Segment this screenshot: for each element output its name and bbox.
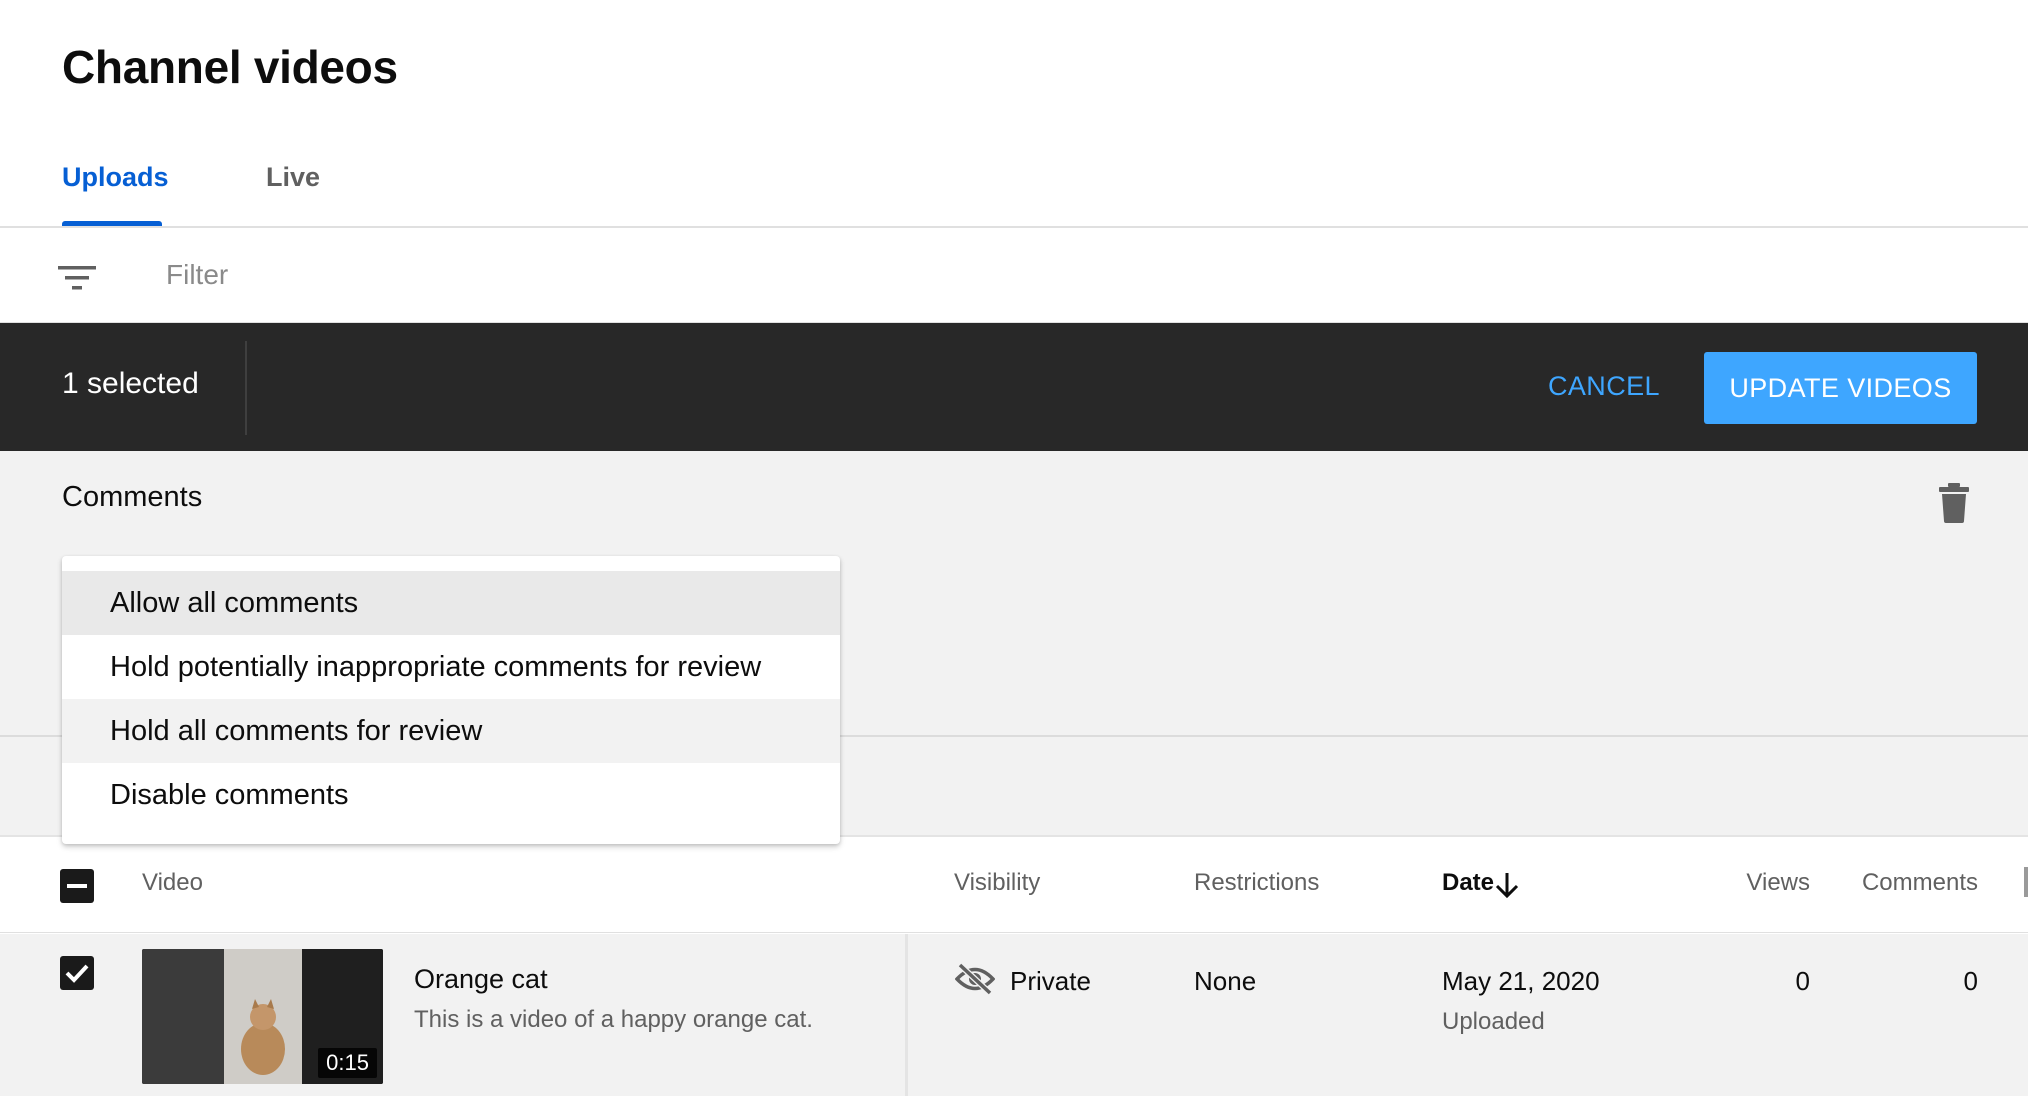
column-header-visibility: Visibility bbox=[954, 869, 1041, 896]
select-all-checkbox[interactable] bbox=[60, 869, 94, 903]
video-title[interactable]: Orange cat bbox=[414, 964, 548, 995]
table-row: 0:15 Orange cat This is a video of a hap… bbox=[0, 934, 2028, 1096]
comments-field-label: Comments bbox=[62, 481, 203, 513]
views-count: 0 bbox=[1795, 966, 1810, 996]
option-hold-inappropriate-comments[interactable]: Hold potentially inappropriate comments … bbox=[62, 635, 840, 699]
video-thumbnail[interactable]: 0:15 bbox=[142, 949, 383, 1084]
comments-count: 0 bbox=[1963, 966, 1978, 996]
visibility-value[interactable]: Private bbox=[1010, 966, 1091, 997]
filter-input[interactable] bbox=[166, 252, 766, 298]
selected-count: 1 selected bbox=[62, 367, 199, 400]
tab-uploads[interactable]: Uploads bbox=[62, 162, 169, 193]
arrow-down-icon[interactable] bbox=[1494, 871, 1520, 899]
table-header: Video Visibility Restrictions Date Views… bbox=[0, 837, 2028, 933]
selection-divider bbox=[245, 341, 247, 435]
tab-bar: Uploads Live bbox=[0, 140, 2028, 228]
active-tab-indicator bbox=[62, 221, 162, 226]
update-videos-button[interactable]: UPDATE VIDEOS bbox=[1704, 352, 1977, 424]
comments-dropdown-menu: Allow all comments Hold potentially inap… bbox=[62, 556, 840, 844]
restrictions-value: None bbox=[1194, 966, 1257, 996]
video-description: This is a video of a happy orange cat. bbox=[414, 1006, 813, 1033]
indeterminate-dash-icon bbox=[67, 884, 87, 888]
selection-bar: 1 selected CANCEL UPDATE VIDEOS bbox=[0, 323, 2028, 451]
eye-off-icon bbox=[954, 962, 996, 996]
tab-live[interactable]: Live bbox=[266, 162, 320, 193]
option-disable-comments[interactable]: Disable comments bbox=[62, 763, 840, 827]
trash-icon[interactable] bbox=[1938, 483, 1970, 523]
filter-bar bbox=[0, 228, 2028, 323]
option-hold-all-comments[interactable]: Hold all comments for review bbox=[62, 699, 840, 763]
row-checkbox[interactable] bbox=[60, 956, 94, 990]
column-header-restrictions: Restrictions bbox=[1194, 869, 1320, 896]
row-column-divider bbox=[905, 934, 908, 1096]
checkmark-icon bbox=[65, 964, 89, 983]
page-title: Channel videos bbox=[62, 41, 398, 93]
column-header-video: Video bbox=[142, 869, 203, 896]
column-header-views[interactable]: Views bbox=[1746, 869, 1810, 897]
duration-badge: 0:15 bbox=[318, 1048, 377, 1078]
column-header-date[interactable]: Date bbox=[1442, 869, 1494, 897]
channel-videos-page: Channel videos Uploads Live 1 selected C… bbox=[0, 0, 2028, 1096]
date-value: May 21, 2020 bbox=[1442, 966, 1600, 996]
date-status: Uploaded bbox=[1442, 1008, 1545, 1035]
column-edge bbox=[2024, 867, 2028, 897]
cancel-button[interactable]: CANCEL bbox=[1530, 353, 1678, 419]
filter-list-icon[interactable] bbox=[58, 264, 96, 292]
column-header-comments[interactable]: Comments bbox=[1862, 869, 1978, 897]
option-allow-all-comments[interactable]: Allow all comments bbox=[62, 571, 840, 635]
